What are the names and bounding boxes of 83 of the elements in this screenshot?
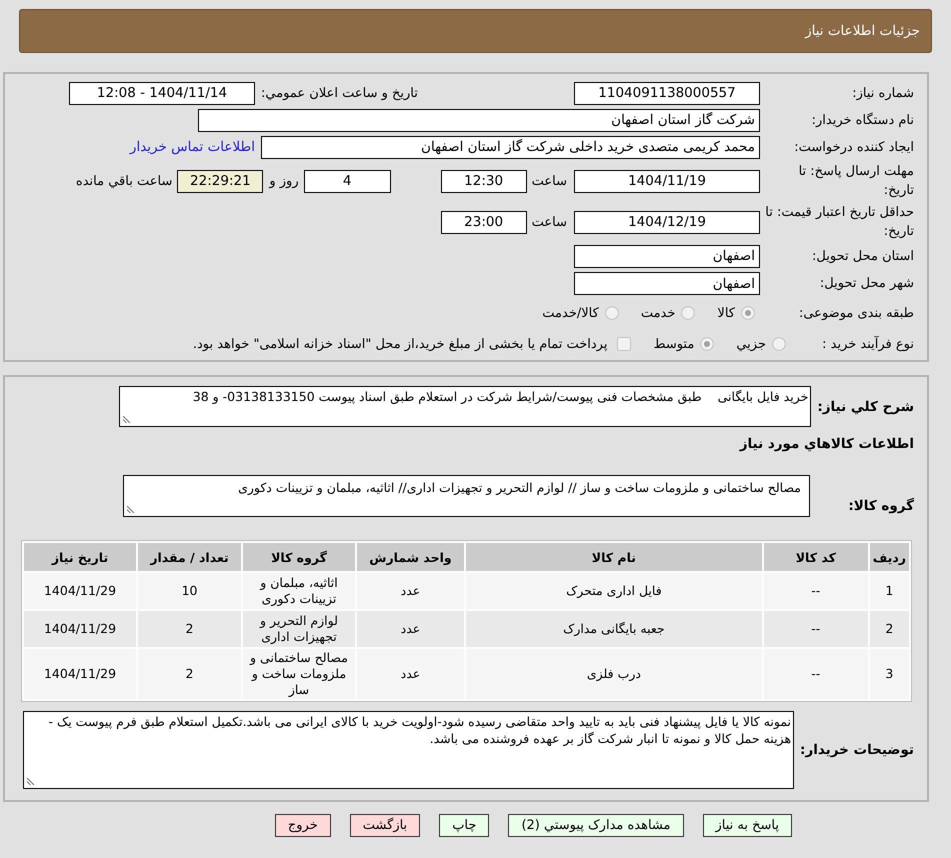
column-header: تعداد / مقدار — [138, 543, 241, 571]
validity-time-field[interactable]: 23:00 — [440, 210, 527, 234]
table-cell: مصالح ساختمانی و ملزومات ساخت و ساز — [243, 649, 355, 699]
field-label: نام دستگاه خریدار: — [810, 112, 914, 130]
table-cell: 3 — [870, 649, 909, 699]
field-label: روز و — [269, 174, 299, 188]
table-cell: 2 — [870, 611, 909, 647]
contact-info-link[interactable]: اطلاعات تماس خریدار — [130, 139, 255, 155]
time-remaining-field[interactable]: 22:29:21 — [177, 170, 264, 192]
radio-button[interactable] — [741, 306, 755, 320]
radio-label: کالا — [717, 306, 735, 320]
table-cell: 2 — [138, 649, 241, 699]
field-label: ساعت — [532, 214, 567, 230]
announcement-date-field[interactable]: 1404/11/14 - 12:08 — [69, 82, 255, 104]
description-field[interactable]: خرید فایل بایگانی طبق مشخصات فنی پیوست/شرایط شرکت در استعلام طبق اسناد پیوست 03138133150- و 38 — [119, 386, 812, 427]
column-header: کد کالا — [764, 543, 868, 571]
field-label: توضیحات خریدار: — [800, 742, 914, 758]
buyer-organization-field[interactable]: شرکت گاز استان اصفهان — [198, 108, 760, 132]
requester-field[interactable]: محمد کریمی متصدی خرید داخلی شرکت گاز استان اصفهان — [261, 136, 760, 158]
table-cell: -- — [764, 573, 868, 609]
field-label: مهلت ارسال پاسخ: تا تاریخ: — [798, 163, 914, 200]
checkbox[interactable] — [617, 337, 632, 351]
field-label: شرح کلي نیاز: — [817, 398, 914, 414]
resize-grip-icon — [27, 778, 34, 785]
column-header: گروه کالا — [243, 543, 355, 571]
days-remaining-field[interactable]: 4 — [304, 170, 391, 192]
column-header: نام کالا — [466, 543, 762, 571]
checkbox-label: پرداخت تمام یا بخشی از مبلغ خرید،از محل "اسناد خزانه اسلامی" خواهد بود. — [192, 336, 608, 352]
buyer-notes-field[interactable]: نمونه کالا یا فایل پیشنهاد فنی باید به تایید واحد متقاضی رسیده شود-اولویت خرید با کالای ایرانی می باشد.تکمیل استعلام طبق فرم پیوست یک - هزینه حمل کالا و نمونه تا انبار شرکت گاز بر عهده فروشنده می باشد. — [23, 711, 794, 789]
delivery-province-field[interactable]: اصفهان — [574, 244, 760, 268]
table-cell: 2 — [138, 611, 241, 647]
radio-button[interactable] — [604, 306, 619, 320]
goods-group-field[interactable]: مصالح ساختمانی و ملزومات ساخت و ساز // لوازم التحریر و تجهیزات اداری// اثاثیه، مبلمان و تزیینات دکوری — [123, 475, 810, 517]
table-cell: فایل اداری متحرک — [466, 573, 762, 609]
field-label: شهر محل تحویل: — [818, 275, 914, 293]
deadline-time-field[interactable]: 12:30 — [440, 170, 527, 192]
action-button[interactable]: چاپ — [439, 814, 490, 837]
table-cell: اثاثیه، مبلمان و تزیینات دکوری — [243, 573, 355, 609]
section-heading: اطلاعات کالاهاي مورد نیاز — [738, 436, 914, 454]
table-cell: 1404/11/29 — [24, 611, 136, 647]
field-label: طبقه بندی موضوعی: — [798, 304, 914, 322]
table-cell: 1404/11/29 — [24, 649, 136, 699]
field-label: ایجاد کننده درخواست: — [793, 138, 914, 156]
resize-grip-icon — [127, 506, 134, 513]
radio-label: جزيي — [736, 336, 766, 352]
table-cell: -- — [764, 611, 868, 647]
resize-grip-icon — [123, 416, 130, 423]
field-label: شماره نیاز: — [851, 84, 914, 102]
column-header: تاریخ نیاز — [24, 543, 136, 571]
deadline-date-field[interactable]: 1404/11/19 — [574, 170, 760, 192]
field-label: ساعت باقي مانده — [76, 174, 172, 188]
table-cell: لوازم التحریر و تجهیزات اداری — [243, 611, 355, 647]
field-label: حداقل تاریخ اعتبار قیمت: تا تاریخ: — [764, 204, 914, 241]
table-cell: -- — [764, 649, 868, 699]
radio-button[interactable] — [700, 337, 714, 351]
page-title: جزئیات اطلاعات نیاز — [805, 23, 920, 39]
radio-label: خدمت — [640, 306, 676, 320]
action-button[interactable]: خروج — [274, 814, 331, 837]
column-header: واحد شمارش — [356, 543, 464, 571]
field-label: نوع فرآیند خرید : — [821, 334, 914, 354]
table-cell: عدد — [356, 649, 464, 699]
column-header: ردیف — [870, 543, 909, 571]
table-cell: جعبه بایگانی مدارک — [466, 611, 762, 647]
table-cell: درب فلزی — [466, 649, 762, 699]
radio-button[interactable] — [772, 337, 786, 351]
delivery-city-field[interactable]: اصفهان — [574, 272, 760, 295]
table-cell: عدد — [356, 611, 464, 647]
field-label: تاریخ و ساعت اعلان عمومي: — [261, 86, 418, 100]
validity-date-field[interactable]: 1404/12/19 — [574, 210, 760, 234]
action-button[interactable]: پاسخ به نیاز — [702, 814, 792, 837]
radio-button[interactable] — [681, 306, 696, 320]
radio-label: متوسط — [653, 336, 694, 352]
action-button[interactable]: بازگشت — [350, 814, 420, 837]
table-cell: 1 — [870, 573, 909, 609]
radio-label: کالا/خدمت — [542, 306, 599, 320]
need-number-field[interactable]: 1104091138000557 — [574, 82, 760, 104]
table-cell: 10 — [138, 573, 241, 609]
table-cell: 1404/11/29 — [24, 573, 136, 609]
table-cell: عدد — [356, 573, 464, 609]
action-button[interactable]: مشاهده مدارک پیوستي (2) — [508, 814, 684, 837]
field-label: ساعت — [532, 174, 567, 188]
field-label: استان محل تحویل: — [811, 248, 914, 266]
field-label: گروه کالا: — [847, 498, 914, 516]
